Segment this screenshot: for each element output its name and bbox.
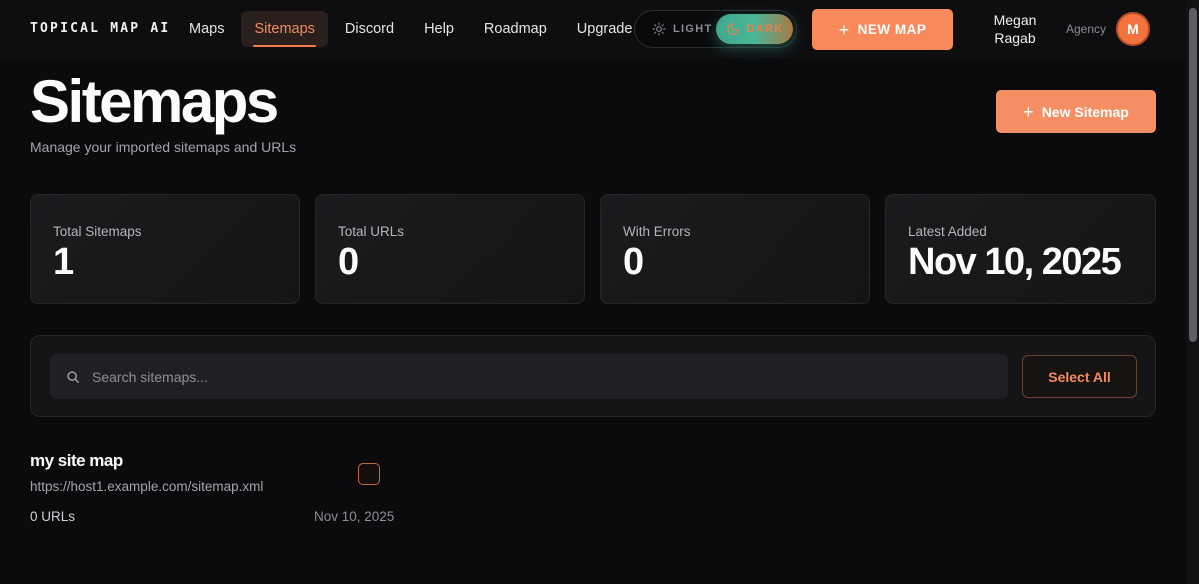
plus-icon: + (838, 19, 850, 40)
new-map-button[interactable]: + NEW MAP (812, 9, 953, 50)
sitemap-url: https://host1.example.com/sitemap.xml (30, 479, 264, 494)
nav-links: Maps Sitemaps Discord Help Roadmap Upgra… (176, 11, 649, 47)
stat-label: Total URLs (338, 224, 405, 239)
user-first-name: Megan (993, 12, 1037, 28)
user-plan-badge: Agency (1066, 22, 1107, 36)
nav-link-help[interactable]: Help (411, 11, 467, 47)
user-name: Megan Ragab (986, 11, 1044, 47)
sitemap-name[interactable]: my site map (30, 451, 123, 471)
sitemap-date: Nov 10, 2025 (314, 509, 395, 524)
theme-light-label: LIGHT (673, 23, 713, 35)
stat-card-total-urls: Total URLs 0 (315, 194, 585, 304)
new-sitemap-label: New Sitemap (1041, 103, 1129, 120)
theme-toggle: LIGHT DARK (634, 10, 797, 48)
select-all-button[interactable]: Select All (1022, 355, 1137, 398)
stat-value: Nov 10, 2025 (908, 241, 1122, 283)
theme-light-option[interactable]: LIGHT (638, 14, 716, 44)
nav-link-sitemaps[interactable]: Sitemaps (241, 11, 328, 47)
moon-icon (726, 23, 739, 35)
brand-logo[interactable]: TOPICAL MAP AI (30, 21, 170, 36)
search-icon (67, 370, 79, 383)
stat-label: With Errors (623, 224, 691, 239)
stat-value: 0 (338, 241, 359, 283)
search-box[interactable] (50, 354, 1008, 399)
stat-value: 0 (623, 241, 644, 283)
stat-value: 1 (53, 241, 74, 283)
stat-card-total-sitemaps: Total Sitemaps 1 (30, 194, 300, 304)
scrollbar-thumb[interactable] (1189, 8, 1197, 342)
stat-label: Latest Added (908, 224, 987, 239)
user-last-name: Ragab (994, 30, 1036, 46)
theme-dark-label: DARK (746, 23, 784, 35)
nav-link-maps[interactable]: Maps (176, 11, 237, 47)
page-title: Sitemaps (30, 68, 279, 135)
stat-label: Total Sitemaps (53, 224, 142, 239)
search-input[interactable] (92, 368, 972, 385)
nav-link-roadmap[interactable]: Roadmap (471, 11, 560, 47)
sitemap-url-count: 0 URLs (30, 509, 76, 524)
theme-dark-option[interactable]: DARK (715, 14, 793, 44)
avatar[interactable]: M (1116, 12, 1150, 46)
sitemap-list-item: my site map https://host1.example.com/si… (30, 448, 410, 538)
new-sitemap-button[interactable]: + New Sitemap (996, 90, 1156, 133)
top-navbar: TOPICAL MAP AI Maps Sitemaps Discord Hel… (0, 0, 1186, 58)
sun-icon (652, 22, 666, 36)
search-panel: Select All (30, 335, 1156, 417)
plus-icon: + (1023, 101, 1034, 122)
stat-card-latest-added: Latest Added Nov 10, 2025 (885, 194, 1156, 304)
sitemap-select-checkbox[interactable] (358, 463, 380, 485)
new-map-label: NEW MAP (857, 22, 927, 37)
page-subtitle: Manage your imported sitemaps and URLs (30, 139, 297, 155)
stat-card-with-errors: With Errors 0 (600, 194, 870, 304)
page-scrollbar[interactable] (1186, 0, 1199, 584)
nav-link-discord[interactable]: Discord (332, 11, 407, 47)
